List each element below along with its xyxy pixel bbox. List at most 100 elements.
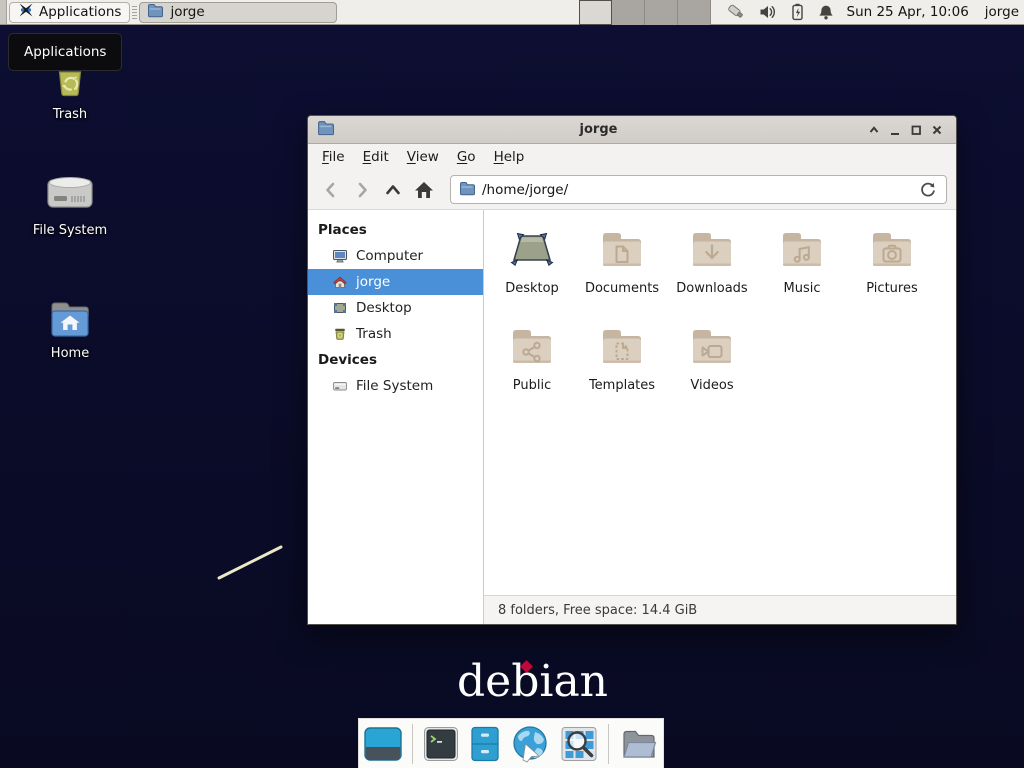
location-bar[interactable]: /home/jorge/ [450,175,947,204]
hard-drive-icon [22,166,118,218]
file-item-downloads[interactable]: Downloads [668,225,756,322]
file-item-pictures[interactable]: Pictures [848,225,936,322]
sidebar-item-trash[interactable]: Trash [308,321,483,347]
panel-clock[interactable]: Sun 25 Apr, 10:06 [847,4,969,20]
dock-show-desktop[interactable] [363,725,403,763]
menu-bar: File Edit View Go Help [308,144,956,170]
wallpaper-line-artifact [210,540,290,586]
notifications-bell-icon[interactable] [818,4,834,21]
panel-handle[interactable] [0,0,7,24]
trash-icon [332,326,348,342]
workspace-3[interactable] [645,0,678,25]
sidebar-item-computer[interactable]: Computer [308,243,483,269]
workspace-2[interactable] [612,0,645,25]
file-cabinet-icon [469,725,501,763]
file-item-public[interactable]: Public [488,322,576,419]
volume-icon[interactable] [759,4,777,20]
terminal-icon [422,725,460,763]
desktop-icon-file-system[interactable]: File System [22,166,118,238]
status-text: 8 folders, Free space: 14.4 GiB [498,603,697,618]
menu-go[interactable]: Go [448,146,485,168]
applications-tooltip: Applications [8,33,122,71]
toolbar: /home/jorge/ [308,170,956,210]
forward-button[interactable] [348,176,376,204]
desktop-screen: Applications jorge [0,0,1024,768]
workspace-4[interactable] [678,0,711,25]
close-button[interactable] [926,120,947,140]
sidebar-places-header: Places [308,217,483,243]
show-desktop-icon [363,725,403,763]
task-folder-icon [147,2,163,22]
refresh-icon[interactable] [916,181,938,198]
application-finder-icon [559,725,599,763]
maximize-button[interactable] [905,120,926,140]
path-text: /home/jorge/ [482,182,568,198]
minimize-button[interactable] [884,120,905,140]
applications-menu-label: Applications [39,4,121,20]
dock [358,718,664,768]
downloads-folder-icon [688,225,736,273]
up-button[interactable] [379,176,407,204]
dock-terminal[interactable] [422,725,460,763]
back-button[interactable] [317,176,345,204]
file-item-videos[interactable]: Videos [668,322,756,419]
desktop-icon-home[interactable]: Home [22,295,118,361]
dock-open-folder[interactable] [618,725,660,763]
dock-separator [608,724,609,764]
sidebar: Places Computer jorge [308,210,484,624]
file-item-desktop[interactable]: Desktop [488,225,576,322]
sidebar-item-jorge[interactable]: jorge [308,269,483,295]
dock-application-finder[interactable] [559,725,599,763]
shade-button[interactable] [863,120,884,140]
menu-file[interactable]: File [313,146,354,168]
open-folder-icon [618,725,660,763]
web-browser-globe-icon [510,724,550,764]
top-panel: Applications jorge [0,0,1024,25]
panel-grip[interactable] [132,6,137,19]
sidebar-item-file-system[interactable]: File System [308,373,483,399]
computer-icon [332,248,348,264]
applications-menu-icon [18,2,34,22]
file-item-music[interactable]: Music [758,225,846,322]
desktop-icon [332,300,348,316]
debian-wallpaper-logo: debian [457,658,608,706]
sidebar-item-desktop[interactable]: Desktop [308,295,483,321]
workspace-switcher [579,0,711,25]
panel-username[interactable]: jorge [985,4,1019,20]
dock-separator [412,724,413,764]
menu-view[interactable]: View [398,146,448,168]
videos-folder-icon [688,322,736,370]
taskbar-window-button[interactable]: jorge [139,2,337,23]
battery-icon[interactable] [790,3,805,21]
documents-folder-icon [598,225,646,273]
window-titlebar[interactable]: jorge [308,116,956,144]
path-folder-icon [459,180,475,200]
window-body: Places Computer jorge [308,210,956,624]
desktop-icon-label: Home [22,346,118,361]
window-folder-icon [317,119,334,140]
public-folder-icon [508,322,556,370]
file-item-documents[interactable]: Documents [578,225,666,322]
menu-edit[interactable]: Edit [354,146,398,168]
removable-media-icon[interactable] [727,3,746,21]
sidebar-devices-header: Devices [308,347,483,373]
file-item-templates[interactable]: Templates [578,322,666,419]
file-manager-window: jorge File Edit View Go Help [307,115,957,625]
templates-folder-icon [598,322,646,370]
music-folder-icon [778,225,826,273]
desktop-icon-label: File System [22,223,118,238]
dock-file-manager[interactable] [469,725,501,763]
window-title: jorge [334,122,863,137]
system-tray [727,3,834,21]
dock-web-browser[interactable] [510,724,550,764]
hard-drive-icon [332,378,348,394]
pictures-folder-icon [868,225,916,273]
taskbar-window-label: jorge [170,4,204,20]
home-button[interactable] [410,176,438,204]
desktop-icon-label: Trash [22,107,118,122]
home-icon [332,274,348,290]
home-folder-icon [22,295,118,341]
menu-help[interactable]: Help [485,146,534,168]
applications-menu-button[interactable]: Applications [9,2,130,23]
workspace-1[interactable] [579,0,612,25]
